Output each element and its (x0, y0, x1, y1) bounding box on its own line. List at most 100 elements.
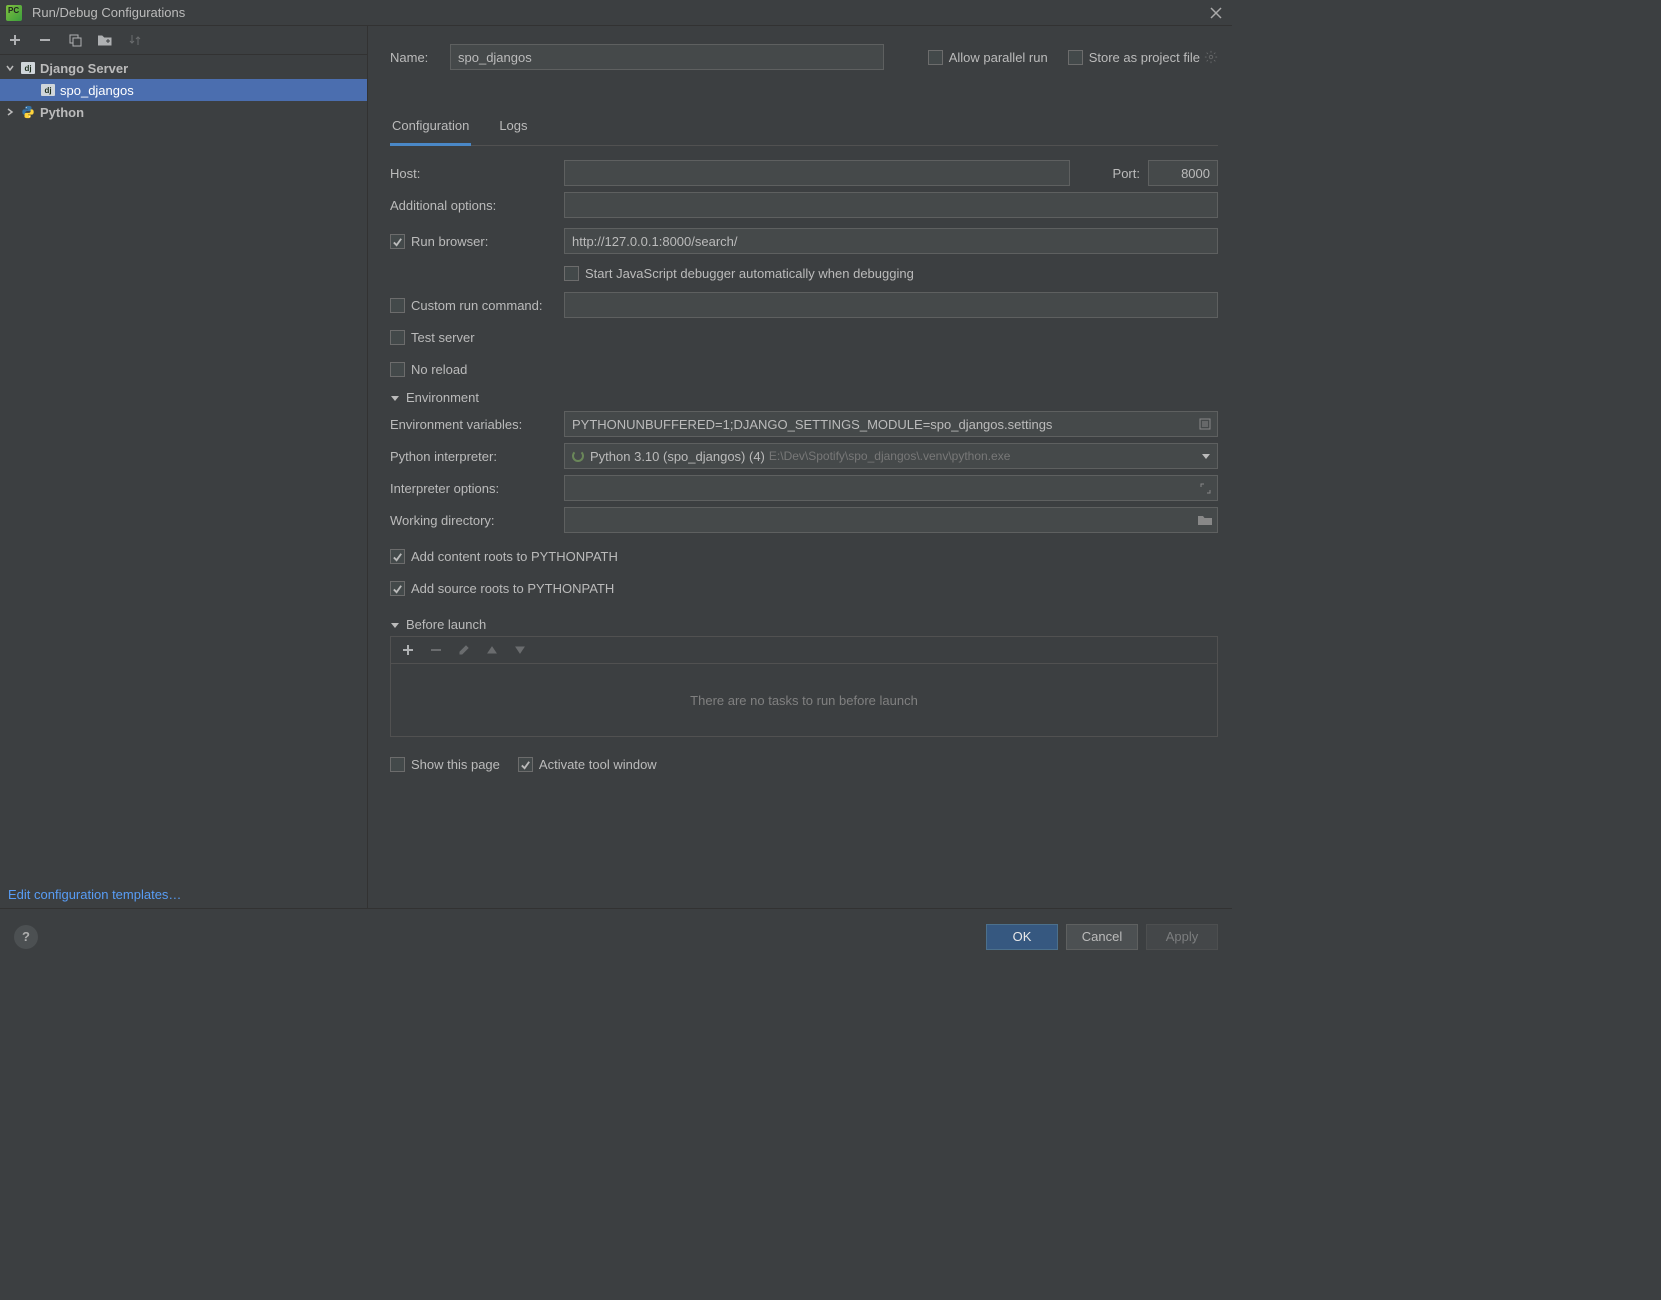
show-this-page-label: Show this page (411, 757, 500, 772)
copy-icon[interactable] (66, 31, 84, 49)
add-icon[interactable] (399, 641, 417, 659)
working-dir-field[interactable] (564, 507, 1218, 533)
custom-run-cmd-field[interactable] (564, 292, 1218, 318)
checkbox-checked-icon (390, 581, 405, 596)
no-reload-checkbox[interactable]: No reload (390, 362, 467, 377)
sidebar: dj Django Server dj spo_djangos Python E… (0, 26, 368, 908)
content-pane: Name: Allow parallel run Store as projec… (368, 26, 1232, 908)
allow-parallel-checkbox[interactable]: Allow parallel run (928, 50, 1048, 65)
config-tree[interactable]: dj Django Server dj spo_djangos Python (0, 55, 367, 881)
checkbox-icon (564, 266, 579, 281)
checkbox-checked-icon (390, 234, 405, 249)
down-icon[interactable] (511, 641, 529, 659)
footer: ? OK Cancel Apply (0, 908, 1232, 964)
host-label: Host: (390, 166, 564, 181)
activate-tool-label: Activate tool window (539, 757, 657, 772)
name-field[interactable] (450, 44, 884, 70)
before-launch-label: Before launch (406, 617, 486, 632)
environment-label: Environment (406, 390, 479, 405)
custom-run-cmd-checkbox[interactable]: Custom run command: (390, 298, 543, 313)
gear-icon[interactable] (1204, 50, 1218, 64)
store-as-project-label: Store as project file (1089, 50, 1200, 65)
show-this-page-checkbox[interactable]: Show this page (390, 757, 500, 772)
django-icon: dj (20, 60, 36, 76)
list-edit-icon[interactable] (1196, 415, 1214, 433)
edit-templates-link[interactable]: Edit configuration templates… (0, 881, 367, 908)
interp-options-label: Interpreter options: (390, 481, 564, 496)
apply-button[interactable]: Apply (1146, 924, 1218, 950)
chevron-down-icon (390, 620, 400, 630)
interpreter-sub: E:\Dev\Spotify\spo_djangos\.venv\python.… (769, 449, 1010, 463)
ok-button[interactable]: OK (986, 924, 1058, 950)
checkbox-icon (390, 362, 405, 377)
before-launch-header[interactable]: Before launch (390, 617, 1218, 632)
chevron-down-icon (390, 393, 400, 403)
env-vars-label: Environment variables: (390, 417, 564, 432)
configuration-panel: Host: Port: Additional options: Run brow… (390, 154, 1218, 783)
run-browser-field[interactable] (564, 228, 1218, 254)
expand-icon[interactable] (1196, 479, 1214, 497)
window-title: Run/Debug Configurations (32, 5, 185, 20)
interp-options-field[interactable] (564, 475, 1218, 501)
test-server-checkbox[interactable]: Test server (390, 330, 475, 345)
chevron-right-icon[interactable] (4, 106, 16, 118)
interpreter-select[interactable]: Python 3.10 (spo_djangos) (4) E:\Dev\Spo… (564, 443, 1218, 469)
chevron-down-icon[interactable] (4, 62, 16, 74)
tab-configuration[interactable]: Configuration (390, 110, 471, 146)
sidebar-toolbar (0, 26, 367, 55)
edit-icon[interactable] (455, 641, 473, 659)
tree-label: spo_djangos (60, 83, 134, 98)
tabs: Configuration Logs (390, 110, 1218, 146)
checkbox-icon (928, 50, 943, 65)
env-vars-field[interactable] (564, 411, 1218, 437)
run-browser-label: Run browser: (411, 234, 488, 249)
save-template-icon[interactable] (96, 31, 114, 49)
up-icon[interactable] (483, 641, 501, 659)
django-icon: dj (40, 82, 56, 98)
add-icon[interactable] (6, 31, 24, 49)
start-js-debugger-checkbox[interactable]: Start JavaScript debugger automatically … (564, 266, 914, 281)
tree-node-python[interactable]: Python (0, 101, 367, 123)
port-label: Port: (1084, 166, 1140, 181)
pycharm-icon (6, 5, 22, 21)
no-reload-label: No reload (411, 362, 467, 377)
help-button[interactable]: ? (14, 925, 38, 949)
checkbox-icon (390, 298, 405, 313)
remove-icon[interactable] (427, 641, 445, 659)
environment-section-header[interactable]: Environment (390, 390, 1218, 405)
test-server-label: Test server (411, 330, 475, 345)
chevron-down-icon (1201, 449, 1211, 464)
custom-run-cmd-label: Custom run command: (411, 298, 543, 313)
close-button[interactable] (1206, 3, 1226, 23)
checkbox-icon (1068, 50, 1083, 65)
cancel-button[interactable]: Cancel (1066, 924, 1138, 950)
tree-node-spo-djangos[interactable]: dj spo_djangos (0, 79, 367, 101)
checkbox-icon (390, 330, 405, 345)
add-source-roots-checkbox[interactable]: Add source roots to PYTHONPATH (390, 581, 614, 596)
activate-tool-checkbox[interactable]: Activate tool window (518, 757, 657, 772)
host-field[interactable] (564, 160, 1070, 186)
before-launch-list[interactable]: There are no tasks to run before launch (390, 663, 1218, 737)
tab-logs[interactable]: Logs (497, 110, 529, 145)
add-content-roots-label: Add content roots to PYTHONPATH (411, 549, 618, 564)
run-browser-checkbox[interactable]: Run browser: (390, 234, 488, 249)
tree-node-django-server[interactable]: dj Django Server (0, 57, 367, 79)
python-icon (20, 104, 36, 120)
port-field[interactable] (1148, 160, 1218, 186)
tree-label: Python (40, 105, 84, 120)
remove-icon[interactable] (36, 31, 54, 49)
sort-icon[interactable] (126, 31, 144, 49)
store-as-project-checkbox[interactable]: Store as project file (1068, 50, 1200, 65)
addl-options-label: Additional options: (390, 198, 564, 213)
before-launch-empty-label: There are no tasks to run before launch (690, 693, 918, 708)
add-content-roots-checkbox[interactable]: Add content roots to PYTHONPATH (390, 549, 618, 564)
working-dir-label: Working directory: (390, 513, 564, 528)
checkbox-icon (390, 757, 405, 772)
name-label: Name: (390, 50, 450, 65)
folder-icon[interactable] (1196, 511, 1214, 529)
before-launch-toolbar (390, 636, 1218, 663)
spinner-icon (572, 450, 584, 462)
interpreter-label: Python interpreter: (390, 449, 564, 464)
tree-label: Django Server (40, 61, 128, 76)
addl-options-field[interactable] (564, 192, 1218, 218)
